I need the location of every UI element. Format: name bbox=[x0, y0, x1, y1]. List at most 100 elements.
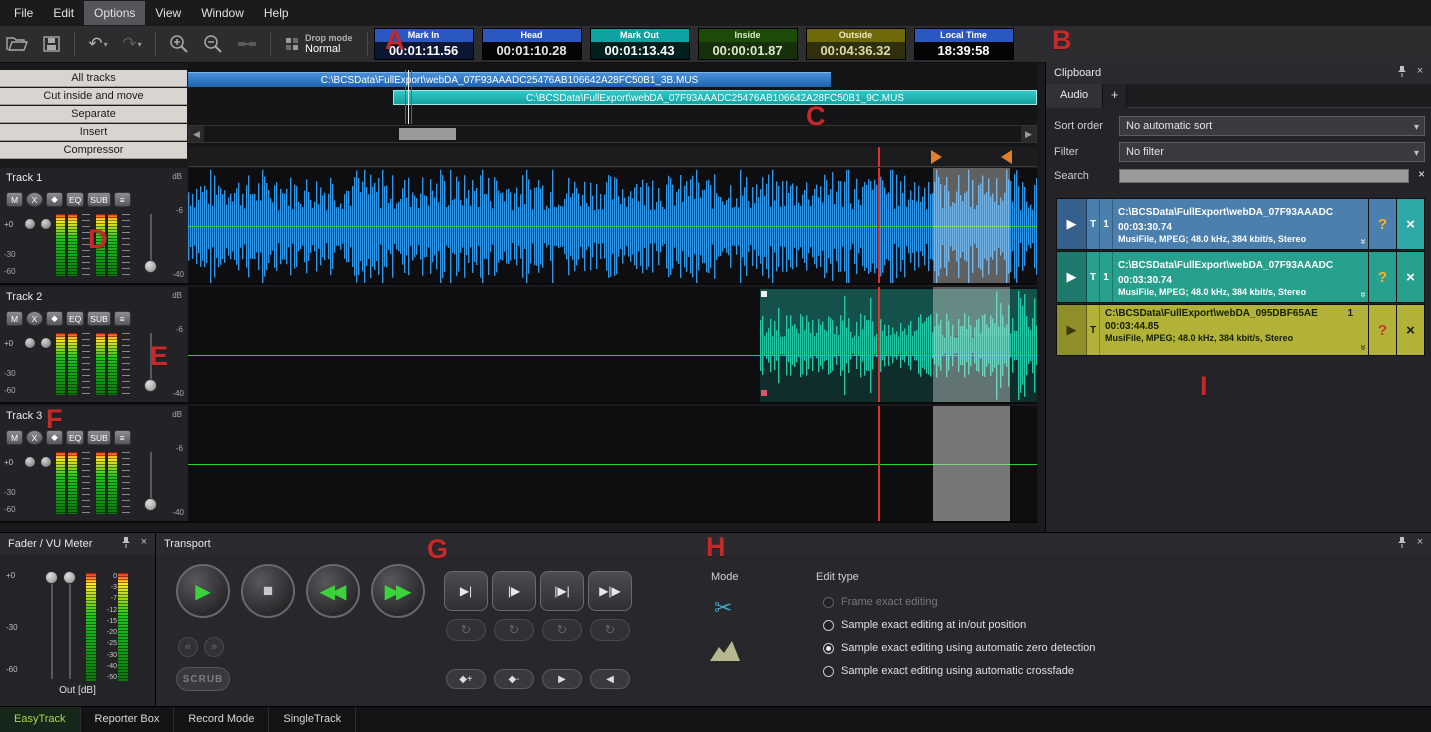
pan-button[interactable]: ◆ bbox=[46, 311, 63, 326]
close-icon[interactable]: × bbox=[1413, 64, 1427, 78]
zoom-out-button[interactable] bbox=[198, 30, 228, 58]
radio-sample-zero[interactable]: Sample exact editing using automatic zer… bbox=[823, 642, 1095, 654]
out-fader-right[interactable] bbox=[63, 571, 76, 584]
tool-all-tracks[interactable]: All tracks bbox=[0, 70, 187, 87]
tab-easytrack[interactable]: EasyTrack bbox=[0, 707, 81, 732]
x-button[interactable]: X bbox=[26, 192, 43, 207]
radio-sample-inout[interactable]: Sample exact editing at in/out position bbox=[823, 619, 1026, 631]
inside-display[interactable]: Inside00:00:01.87 bbox=[698, 28, 798, 60]
expand-chevron-icon[interactable]: » bbox=[1358, 305, 1368, 355]
mute-button[interactable]: M bbox=[6, 430, 23, 445]
loop-button[interactable]: ↻ bbox=[446, 619, 486, 641]
overview-clip-2[interactable]: C:\BCSData\FullExport\webDA_07F93AAADC25… bbox=[393, 90, 1037, 105]
overview-playhead[interactable] bbox=[405, 70, 406, 124]
redo-button[interactable]: ↷▾ bbox=[117, 30, 147, 58]
tab-singletrack[interactable]: SingleTrack bbox=[269, 707, 356, 732]
tab-audio[interactable]: Audio bbox=[1046, 84, 1103, 108]
nudge-right-button[interactable]: ▶ bbox=[542, 669, 582, 689]
play-from-mark-button[interactable]: |▶ bbox=[492, 571, 536, 611]
fader-thumb[interactable] bbox=[144, 379, 157, 392]
tool-cut-inside-and-move[interactable]: Cut inside and move bbox=[0, 88, 187, 105]
fade-mode-icon[interactable] bbox=[710, 639, 740, 666]
menu-file[interactable]: File bbox=[4, 1, 43, 25]
menu-help[interactable]: Help bbox=[254, 1, 299, 25]
gain-handle[interactable] bbox=[761, 390, 767, 396]
sub-button[interactable]: SUB bbox=[87, 430, 110, 445]
gain-knob[interactable] bbox=[40, 337, 52, 349]
pin-icon[interactable] bbox=[1395, 64, 1409, 78]
pan-knob[interactable] bbox=[24, 218, 36, 230]
remove-marker-button[interactable]: ◆- bbox=[494, 669, 534, 689]
track1-lane[interactable] bbox=[188, 168, 1037, 285]
head-display[interactable]: Head00:01:10.28 bbox=[482, 28, 582, 60]
nudge-left-button[interactable]: ◀ bbox=[590, 669, 630, 689]
expand-chevron-icon[interactable]: » bbox=[1358, 252, 1368, 302]
open-button[interactable] bbox=[2, 30, 32, 58]
fade-handle[interactable] bbox=[761, 291, 767, 297]
menu-window[interactable]: Window bbox=[191, 1, 254, 25]
pan-button[interactable]: ◆ bbox=[46, 192, 63, 207]
track3-lane[interactable] bbox=[188, 406, 1037, 523]
menu-view[interactable]: View bbox=[145, 1, 191, 25]
mute-button[interactable]: M bbox=[6, 311, 23, 326]
help-button[interactable]: ? bbox=[1368, 199, 1396, 249]
eq-button[interactable]: EQ bbox=[66, 430, 84, 445]
remove-button[interactable]: × bbox=[1396, 305, 1424, 355]
x-button[interactable]: X bbox=[26, 430, 43, 445]
rewind-button[interactable]: ◀◀ bbox=[306, 564, 360, 618]
ruler-playhead[interactable] bbox=[878, 147, 880, 167]
playhead[interactable] bbox=[878, 406, 880, 521]
pin-icon[interactable] bbox=[1395, 535, 1409, 549]
add-marker-button[interactable]: ◆+ bbox=[446, 669, 486, 689]
local-time-display[interactable]: Local Time18:39:58 bbox=[914, 28, 1014, 60]
loop-button[interactable]: ↻ bbox=[590, 619, 630, 641]
play-button[interactable]: ▶ bbox=[1057, 305, 1087, 355]
overview-clip-1[interactable]: C:\BCSData\FullExport\webDA_07F93AAADC25… bbox=[188, 72, 831, 87]
loop-button[interactable]: ↻ bbox=[494, 619, 534, 641]
next-marker-button[interactable]: » bbox=[204, 637, 224, 657]
clipboard-item-2[interactable]: ▶ T 1 C:\BCSData\FullExport\webDA_07F93A… bbox=[1056, 251, 1425, 303]
filter-select[interactable]: No filter▾ bbox=[1119, 142, 1425, 162]
playhead[interactable] bbox=[878, 168, 880, 283]
eq-button[interactable]: EQ bbox=[66, 192, 84, 207]
gain-knob[interactable] bbox=[40, 456, 52, 468]
zoom-in-button[interactable] bbox=[164, 30, 194, 58]
play-button[interactable]: ▶ bbox=[1057, 199, 1087, 249]
track2-lane[interactable] bbox=[188, 287, 1037, 404]
mark-out-display[interactable]: Mark Out00:01:13.43 bbox=[590, 28, 690, 60]
sub-button[interactable]: SUB bbox=[87, 192, 110, 207]
close-icon[interactable]: × bbox=[137, 535, 151, 549]
help-button[interactable]: ? bbox=[1368, 305, 1396, 355]
cut-mode-icon[interactable]: ✂ bbox=[714, 595, 732, 621]
selection-start-marker-icon[interactable] bbox=[931, 150, 942, 164]
loop-button[interactable]: ↻ bbox=[542, 619, 582, 641]
mute-button[interactable]: M bbox=[6, 192, 23, 207]
overview-scrollbar[interactable]: ◀ ▶ bbox=[188, 125, 1037, 143]
eq-button[interactable]: EQ bbox=[66, 311, 84, 326]
tool-separate[interactable]: Separate bbox=[0, 106, 187, 123]
playhead[interactable] bbox=[878, 287, 880, 402]
remove-button[interactable]: × bbox=[1396, 199, 1424, 249]
tab-reporter-box[interactable]: Reporter Box bbox=[81, 707, 175, 732]
play-around-mark-button[interactable]: ▶|▶ bbox=[588, 571, 632, 611]
selection-end-marker-icon[interactable] bbox=[1001, 150, 1012, 164]
tab-record-mode[interactable]: Record Mode bbox=[174, 707, 269, 732]
menu-edit[interactable]: Edit bbox=[43, 1, 84, 25]
expand-chevron-icon[interactable]: » bbox=[1358, 199, 1368, 249]
pan-knob[interactable] bbox=[24, 337, 36, 349]
remove-button[interactable]: × bbox=[1396, 252, 1424, 302]
sub-button[interactable]: SUB bbox=[87, 311, 110, 326]
drop-mode-control[interactable]: Drop mode Normal bbox=[285, 33, 353, 55]
track-menu-button[interactable]: ≡ bbox=[114, 311, 131, 326]
radio-sample-crossfade[interactable]: Sample exact editing using automatic cro… bbox=[823, 665, 1074, 677]
pan-knob[interactable] bbox=[24, 456, 36, 468]
help-button[interactable]: ? bbox=[1368, 252, 1396, 302]
add-tab-button[interactable]: + bbox=[1103, 84, 1127, 108]
play-button[interactable]: ▶ bbox=[1057, 252, 1087, 302]
outside-display[interactable]: Outside00:04:36.32 bbox=[806, 28, 906, 60]
tool-compressor[interactable]: Compressor bbox=[0, 142, 187, 159]
close-icon[interactable]: × bbox=[1413, 535, 1427, 549]
x-button[interactable]: X bbox=[26, 311, 43, 326]
radio-frame-exact[interactable]: Frame exact editing bbox=[823, 596, 938, 608]
search-input[interactable] bbox=[1119, 169, 1409, 183]
